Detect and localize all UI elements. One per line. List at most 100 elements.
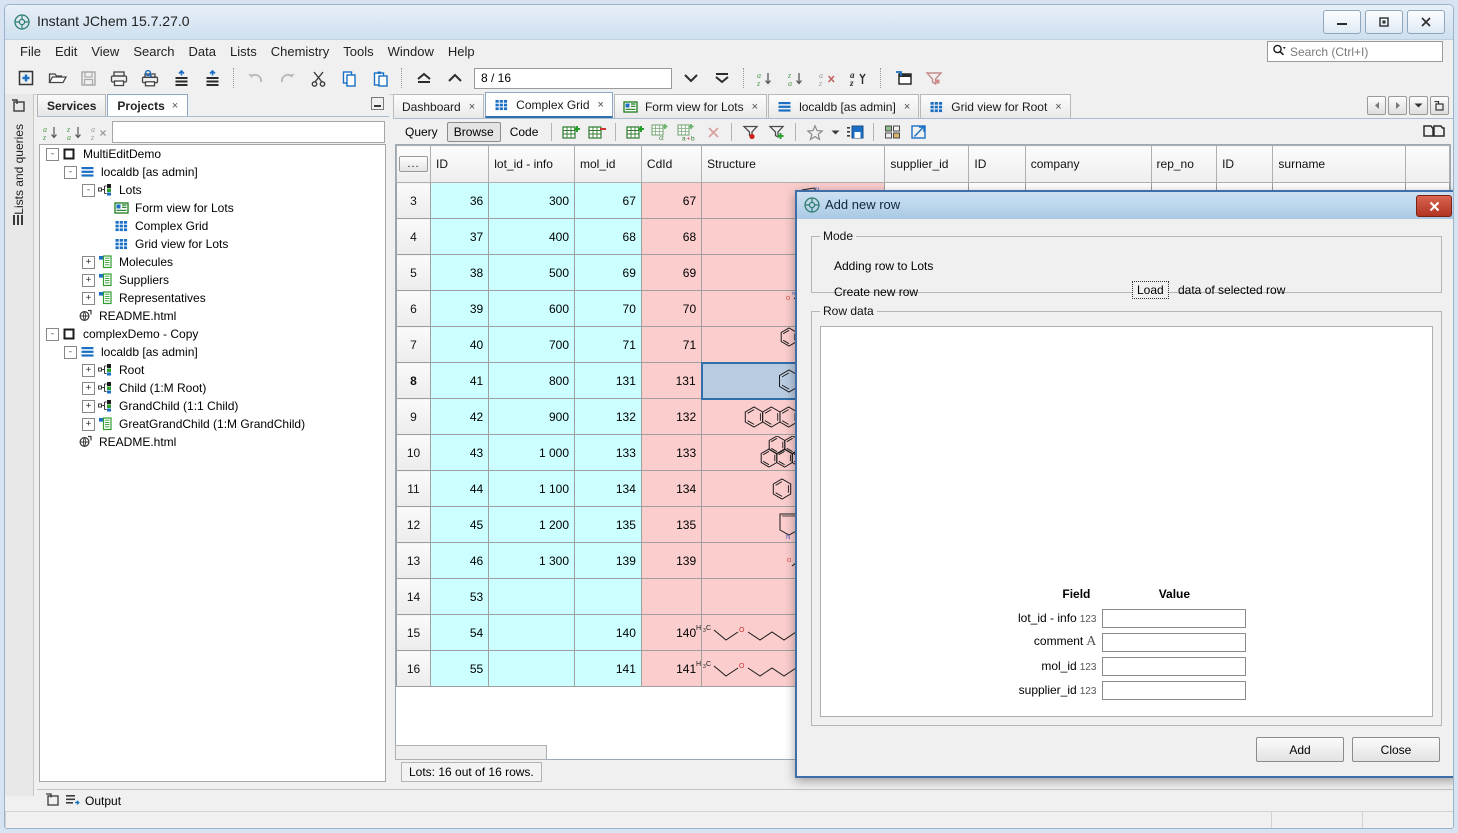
cut-icon[interactable] bbox=[303, 64, 333, 92]
delete-row-icon[interactable] bbox=[585, 121, 609, 143]
field-input-mol-id[interactable] bbox=[1102, 657, 1246, 676]
filter-active-icon[interactable] bbox=[739, 121, 763, 143]
undo-icon[interactable] bbox=[241, 64, 271, 92]
import-icon[interactable] bbox=[166, 64, 196, 92]
expand-icon[interactable]: + bbox=[82, 400, 95, 413]
sort-clear-icon[interactable]: az bbox=[813, 64, 843, 92]
close-icon[interactable]: × bbox=[752, 101, 758, 113]
grid-row-header[interactable]: 6 bbox=[397, 291, 431, 327]
open-icon[interactable] bbox=[42, 64, 72, 92]
add-button[interactable]: Add bbox=[1256, 737, 1344, 762]
tab-services[interactable]: Services bbox=[37, 94, 106, 116]
grid-row-header[interactable]: 3 bbox=[397, 183, 431, 219]
favorites-dropdown-icon[interactable] bbox=[829, 121, 841, 143]
print-icon[interactable] bbox=[104, 64, 134, 92]
grid-row-header[interactable]: 11 bbox=[397, 471, 431, 507]
tree-node[interactable]: Complex Grid bbox=[40, 217, 385, 235]
cell-id[interactable]: 55 bbox=[431, 651, 489, 687]
field-input-comment[interactable] bbox=[1102, 633, 1246, 652]
dialog-close-button[interactable] bbox=[1416, 195, 1452, 217]
editor-tab-dashboard[interactable]: Dashboard× bbox=[393, 94, 484, 118]
cell-mol-id[interactable] bbox=[575, 579, 642, 615]
restore-panel-icon[interactable] bbox=[11, 99, 26, 116]
cell-id[interactable]: 39 bbox=[431, 291, 489, 327]
grid-row-header[interactable]: 16 bbox=[397, 651, 431, 687]
view-mode-code[interactable]: Code bbox=[503, 122, 546, 142]
close-icon[interactable]: × bbox=[904, 101, 910, 113]
last-record-icon[interactable] bbox=[707, 64, 737, 92]
cell-id[interactable]: 45 bbox=[431, 507, 489, 543]
grid-row-header[interactable]: 8 bbox=[397, 363, 431, 399]
grid-column-header[interactable]: rep_no bbox=[1151, 146, 1217, 183]
collapse-icon[interactable]: - bbox=[64, 166, 77, 179]
cell-id[interactable]: 37 bbox=[431, 219, 489, 255]
grid-column-header[interactable]: CdId bbox=[641, 146, 701, 183]
grid-row-header[interactable]: 7 bbox=[397, 327, 431, 363]
collapse-icon[interactable]: - bbox=[64, 346, 77, 359]
tree-node[interactable]: -MultiEditDemo bbox=[40, 145, 385, 163]
detach-view-icon[interactable] bbox=[907, 121, 931, 143]
cell-lot-id[interactable]: 1 300 bbox=[489, 543, 575, 579]
cell-lot-id[interactable]: 1 000 bbox=[489, 435, 575, 471]
print-preview-icon[interactable] bbox=[135, 64, 165, 92]
cell-id[interactable]: 46 bbox=[431, 543, 489, 579]
grid-row-header[interactable]: 15 bbox=[397, 615, 431, 651]
expand-icon[interactable]: + bbox=[82, 274, 95, 287]
menu-edit[interactable]: Edit bbox=[48, 42, 84, 61]
tree-node[interactable]: -localdb [as admin] bbox=[40, 343, 385, 361]
add-calculated-field-icon[interactable]: ct bbox=[649, 121, 673, 143]
cell-mol-id[interactable]: 139 bbox=[575, 543, 642, 579]
add-row-icon[interactable] bbox=[559, 121, 583, 143]
cell-lot-id[interactable]: 1 100 bbox=[489, 471, 575, 507]
tab-list-icon[interactable] bbox=[1409, 96, 1428, 115]
insert-row-icon[interactable] bbox=[623, 121, 647, 143]
cell-mol-id[interactable]: 67 bbox=[575, 183, 642, 219]
grid-row-header[interactable]: 14 bbox=[397, 579, 431, 615]
field-chooser-icon[interactable] bbox=[843, 121, 867, 143]
cell-mol-id[interactable]: 141 bbox=[575, 651, 642, 687]
grid-column-header[interactable]: lot_id - info bbox=[489, 146, 575, 183]
sort-custom-icon[interactable]: az bbox=[844, 64, 874, 92]
menu-file[interactable]: File bbox=[13, 42, 48, 61]
record-position-field[interactable]: 8 / 16 bbox=[474, 68, 672, 89]
cell-id[interactable]: 42 bbox=[431, 399, 489, 435]
tree-node[interactable]: -localdb [as admin] bbox=[40, 163, 385, 181]
cell-lot-id[interactable]: 400 bbox=[489, 219, 575, 255]
menu-help[interactable]: Help bbox=[441, 42, 482, 61]
menu-chemistry[interactable]: Chemistry bbox=[264, 42, 337, 61]
scroll-right-icon[interactable] bbox=[1388, 96, 1407, 115]
scroll-left-icon[interactable] bbox=[1367, 96, 1386, 115]
menu-data[interactable]: Data bbox=[182, 42, 223, 61]
close-button[interactable] bbox=[1407, 10, 1445, 34]
cell-lot-id[interactable]: 700 bbox=[489, 327, 575, 363]
tree-node[interactable]: -complexDemo - Copy bbox=[40, 325, 385, 343]
grid-row-header[interactable]: 5 bbox=[397, 255, 431, 291]
cell-cdid[interactable]: 133 bbox=[641, 435, 701, 471]
cell-cdid[interactable]: 131 bbox=[641, 363, 701, 399]
maximize-button[interactable] bbox=[1365, 10, 1403, 34]
paste-icon[interactable] bbox=[365, 64, 395, 92]
editor-tab-complex-grid[interactable]: Complex Grid× bbox=[485, 92, 613, 118]
layout-icon[interactable] bbox=[881, 121, 905, 143]
output-icon[interactable] bbox=[65, 793, 80, 809]
tree-node[interactable]: README.html bbox=[40, 307, 385, 325]
grid-column-header[interactable]: ID bbox=[969, 146, 1025, 183]
cell-lot-id[interactable] bbox=[489, 615, 575, 651]
cell-cdid[interactable]: 135 bbox=[641, 507, 701, 543]
add-formula-field-icon[interactable]: a+b bbox=[675, 121, 699, 143]
menu-lists[interactable]: Lists bbox=[223, 42, 264, 61]
previous-record-icon[interactable] bbox=[440, 64, 470, 92]
grid-row-header[interactable]: 9 bbox=[397, 399, 431, 435]
tree-node[interactable]: +Suppliers bbox=[40, 271, 385, 289]
collapse-icon[interactable]: - bbox=[46, 328, 59, 341]
tree-node[interactable]: Grid view for Lots bbox=[40, 235, 385, 253]
project-tree[interactable]: -MultiEditDemo-localdb [as admin]-LotsFo… bbox=[39, 144, 386, 782]
open-folder-icon[interactable] bbox=[1423, 123, 1445, 142]
cell-mol-id[interactable]: 140 bbox=[575, 615, 642, 651]
copy-icon[interactable] bbox=[334, 64, 364, 92]
cell-id[interactable]: 38 bbox=[431, 255, 489, 291]
cell-cdid[interactable]: 139 bbox=[641, 543, 701, 579]
cell-lot-id[interactable]: 500 bbox=[489, 255, 575, 291]
cell-mol-id[interactable]: 68 bbox=[575, 219, 642, 255]
cell-mol-id[interactable]: 70 bbox=[575, 291, 642, 327]
